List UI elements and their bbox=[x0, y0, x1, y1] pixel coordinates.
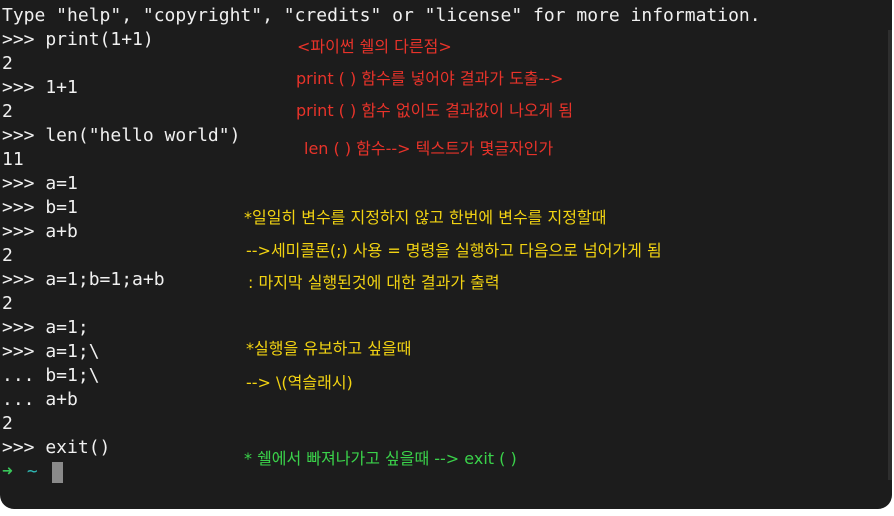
note-semicolon-1: *일일히 변수를 지정하지 않고 한번에 변수를 지정할때 bbox=[244, 208, 607, 227]
terminal-line: 2 bbox=[2, 293, 13, 314]
terminal-line: >>> exit() bbox=[2, 437, 111, 458]
note-shell-difference: <파이썬 쉘의 다른점> bbox=[297, 37, 452, 56]
terminal-line: ... a+b bbox=[2, 389, 78, 410]
terminal-line: >>> a=1; bbox=[2, 317, 89, 338]
terminal-line: >>> a=1 bbox=[2, 173, 78, 194]
text-cursor bbox=[51, 461, 63, 483]
terminal-line: >>> 1+1 bbox=[2, 77, 78, 98]
terminal-line: >>> a=1;\ bbox=[2, 341, 100, 362]
note-len: len ( ) 함수--> 텍스트가 몇글자인가 bbox=[304, 139, 554, 158]
terminal-line: 2 bbox=[2, 245, 13, 266]
note-backslash-2: --> \(역슬래시) bbox=[246, 373, 353, 392]
prompt-directory: ~ bbox=[26, 461, 38, 482]
terminal-line: >>> len("hello world") bbox=[2, 125, 241, 146]
terminal-line: 11 bbox=[2, 149, 24, 170]
scrollbar[interactable] bbox=[888, 30, 892, 480]
terminal-line: >>> b=1 bbox=[2, 197, 78, 218]
terminal-line: ... b=1;\ bbox=[2, 365, 100, 386]
note-semicolon-2: -->세미콜론(;) 사용 = 명령을 실행하고 다음으로 넘어가게 됨 bbox=[246, 241, 662, 260]
note-print: print ( ) 함수를 넣어야 결과가 도출--> bbox=[296, 69, 564, 88]
terminal-line: >>> a=1;b=1;a+b bbox=[2, 269, 165, 290]
terminal-line: >>> print(1+1) bbox=[2, 29, 154, 50]
prompt-arrow-icon: ➜ bbox=[2, 461, 13, 482]
terminal-window[interactable]: Type "help", "copyright", "credits" or "… bbox=[0, 0, 892, 509]
note-backslash-1: *실행을 유보하고 싶을때 bbox=[246, 339, 412, 358]
terminal-line: 2 bbox=[2, 101, 13, 122]
note-no-print: print ( ) 함수 없이도 결과값이 나오게 됨 bbox=[296, 101, 574, 120]
terminal-line: 2 bbox=[2, 413, 13, 434]
note-semicolon-3: : 마지막 실행된것에 대한 결과가 출력 bbox=[248, 273, 500, 292]
note-exit: * 쉘에서 빠져나가고 싶을때 --> exit ( ) bbox=[244, 449, 517, 468]
terminal-line: 2 bbox=[2, 53, 13, 74]
shell-prompt[interactable]: ➜ ~ bbox=[2, 460, 63, 484]
terminal-line: Type "help", "copyright", "credits" or "… bbox=[2, 5, 761, 26]
terminal-line: >>> a+b bbox=[2, 221, 78, 242]
